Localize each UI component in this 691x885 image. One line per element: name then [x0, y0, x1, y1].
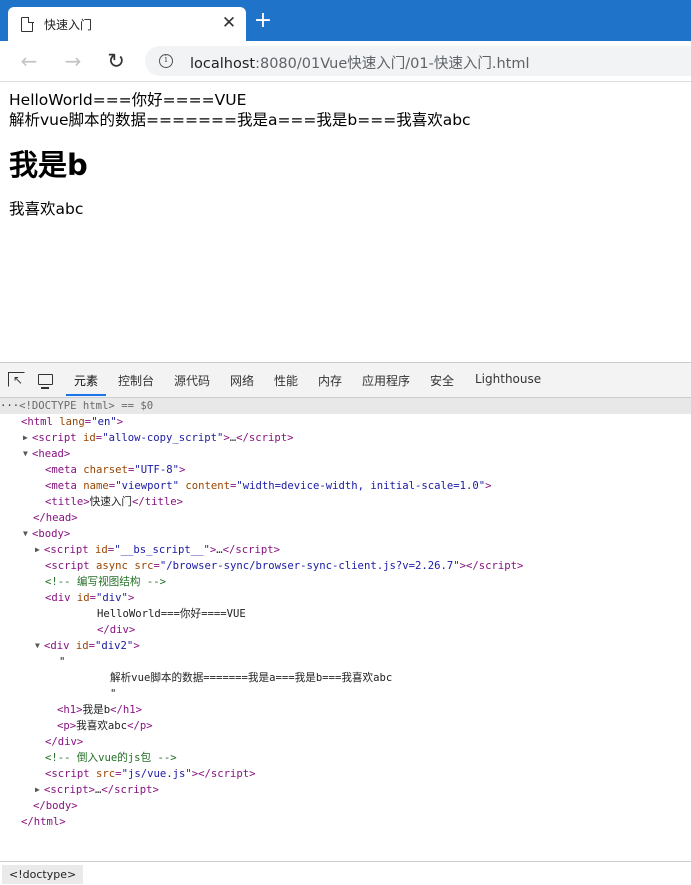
collapse-triangle-icon[interactable]: ▼ — [23, 526, 32, 542]
collapse-triangle-icon[interactable]: ▼ — [23, 446, 32, 462]
tab-sources[interactable]: 源代码 — [174, 372, 210, 389]
expand-triangle-icon[interactable]: ▶ — [23, 430, 32, 446]
browser-toolbar: ← → ↻ i localhost:8080/01Vue快速入门/01-快速入门… — [0, 41, 691, 81]
page-heading: 我是b — [9, 148, 88, 182]
device-toolbar-icon[interactable] — [38, 374, 53, 389]
url-host: localhost — [190, 56, 256, 72]
tab-network[interactable]: 网络 — [230, 372, 254, 389]
dom-row-title[interactable]: <title>快速入门</title> — [45, 494, 183, 510]
dom-row-meta-viewport[interactable]: <meta name="viewport" content="width=dev… — [45, 478, 492, 494]
url-path: :8080/01Vue快速入门/01-快速入门.html — [255, 56, 530, 72]
new-tab-button[interactable]: + — [253, 10, 273, 32]
dom-row-script-bs[interactable]: ▶ <script id="__bs_script__">…</script> — [35, 542, 280, 558]
div2-text: 解析vue脚本的数据=======我是a===我是b===我喜欢abc — [9, 111, 471, 129]
active-tab-indicator — [66, 394, 106, 396]
tab-console[interactable]: 控制台 — [118, 372, 154, 389]
forward-arrow-icon[interactable]: → — [61, 49, 85, 73]
back-arrow-icon[interactable]: ← — [17, 49, 41, 73]
dom-row-script-inline[interactable]: ▶ <script>…</script> — [35, 782, 159, 798]
info-icon[interactable]: i — [159, 54, 173, 68]
dom-row-html[interactable]: <html lang="en"> — [21, 414, 123, 430]
tab-security[interactable]: 安全 — [430, 372, 454, 389]
dom-row-div2-text[interactable]: 解析vue脚本的数据=======我是a===我是b===我喜欢abc — [110, 670, 392, 686]
dom-row-h1[interactable]: <h1>我是b</h1> — [57, 702, 142, 718]
expand-triangle-icon[interactable]: ▶ — [35, 782, 44, 798]
dom-row-comment-view[interactable]: <!-- 编写视图结构 --> — [45, 574, 166, 590]
page-icon — [21, 16, 34, 32]
dom-row-body[interactable]: ▼ <body> — [23, 526, 70, 542]
dom-row-div[interactable]: <div id="div"> — [45, 590, 134, 606]
devtools-tabbar: 元素 控制台 源代码 网络 性能 内存 应用程序 安全 Lighthouse — [0, 363, 691, 398]
breadcrumb-doctype[interactable]: <!doctype> — [2, 865, 84, 884]
div-text: HelloWorld===你好====VUE — [9, 91, 247, 109]
dom-row-doctype[interactable]: ···<!DOCTYPE html> == $0 — [0, 398, 153, 414]
dom-row-body-close[interactable]: </body> — [33, 798, 78, 814]
address-bar[interactable]: i localhost:8080/01Vue快速入门/01-快速入门.html — [145, 46, 691, 76]
dom-row-p[interactable]: <p>我喜欢abc</p> — [57, 718, 153, 734]
reload-icon[interactable]: ↻ — [104, 49, 128, 73]
dom-row-html-close[interactable]: </html> — [21, 814, 66, 830]
dom-row-comment-js[interactable]: <!-- 倒入vue的js包 --> — [45, 750, 177, 766]
devtools-panel: 元素 控制台 源代码 网络 性能 内存 应用程序 安全 Lighthouse ·… — [0, 362, 691, 885]
tab-strip: 快速入门 ✕ + — [0, 0, 691, 41]
expand-triangle-icon[interactable]: ▶ — [35, 542, 44, 558]
tab-memory[interactable]: 内存 — [318, 372, 342, 389]
dom-row-meta-charset[interactable]: <meta charset="UTF-8"> — [45, 462, 185, 478]
inspect-element-icon[interactable] — [8, 372, 25, 387]
dom-row-quote-open[interactable]: " — [59, 654, 65, 670]
tab-performance[interactable]: 性能 — [274, 372, 298, 389]
dom-row-script-async[interactable]: <script async src="/browser-sync/browser… — [45, 558, 523, 574]
dom-row-head-close[interactable]: </head> — [33, 510, 78, 526]
dom-row-div2[interactable]: ▼ <div id="div2"> — [35, 638, 140, 654]
tab-elements[interactable]: 元素 — [74, 372, 98, 389]
dom-row-div-close[interactable]: </div> — [97, 622, 135, 638]
tab-lighthouse[interactable]: Lighthouse — [475, 372, 541, 386]
breadcrumb-bar: <!doctype> — [0, 861, 691, 885]
collapse-triangle-icon[interactable]: ▼ — [35, 638, 44, 654]
close-tab-icon[interactable]: ✕ — [220, 14, 238, 32]
url-text[interactable]: localhost:8080/01Vue快速入门/01-快速入门.html — [190, 52, 529, 73]
dom-row-div2-close[interactable]: </div> — [45, 734, 83, 750]
dom-row-quote-close[interactable]: " — [110, 686, 116, 702]
tab-application[interactable]: 应用程序 — [362, 372, 410, 389]
page-viewport: HelloWorld===你好====VUE 解析vue脚本的数据=======… — [0, 82, 691, 362]
browser-tab[interactable]: 快速入门 ✕ — [8, 7, 246, 41]
dom-row-script-allow-copy[interactable]: ▶ <script id="allow-copy_script">…</scrip… — [23, 430, 294, 446]
dom-row-div-text[interactable]: HelloWorld===你好====VUE — [97, 606, 246, 622]
tab-title: 快速入门 — [44, 18, 93, 32]
dom-row-script-vue[interactable]: <script src="js/vue.js"></script> — [45, 766, 256, 782]
dom-row-head[interactable]: ▼ <head> — [23, 446, 70, 462]
page-paragraph: 我喜欢abc — [9, 200, 84, 218]
